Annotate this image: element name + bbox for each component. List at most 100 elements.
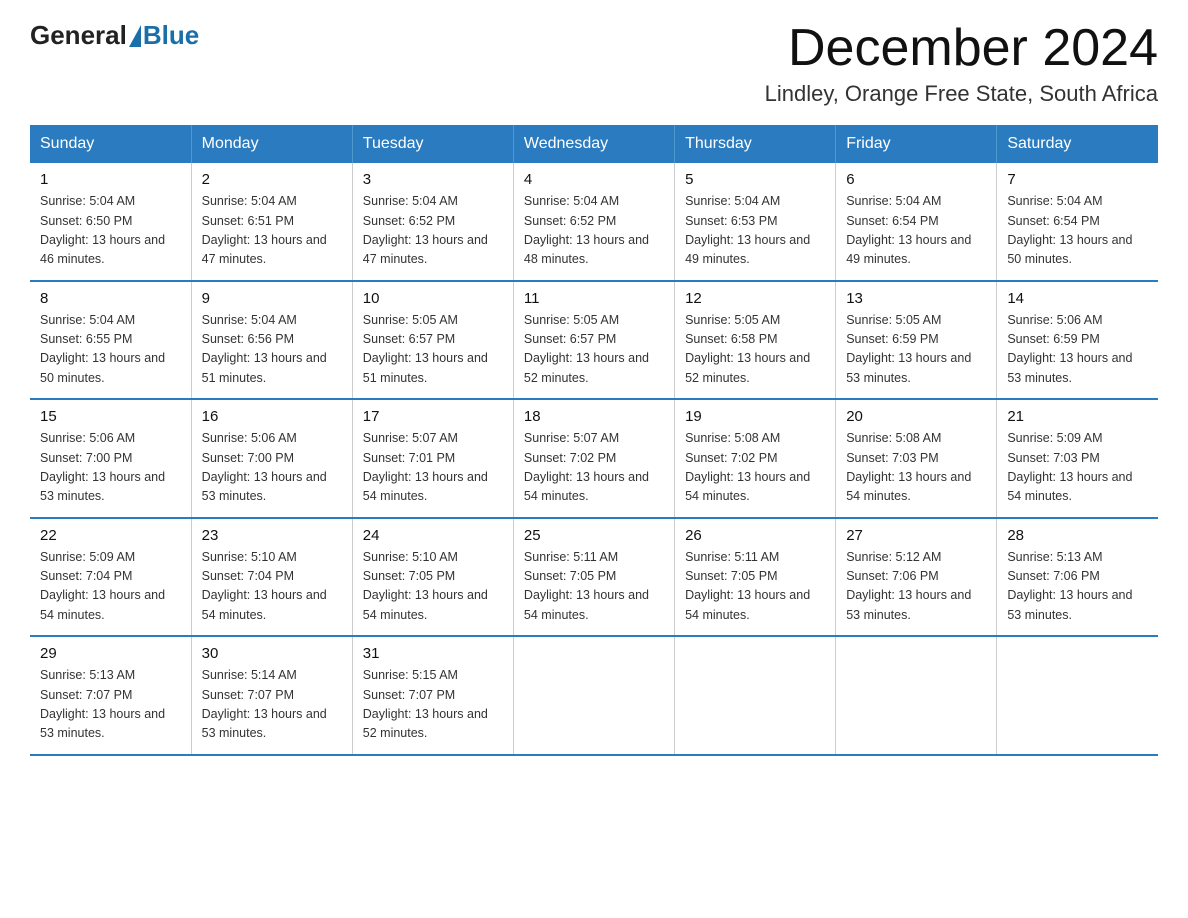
calendar-cell: 6 Sunrise: 5:04 AMSunset: 6:54 PMDaylight… [836,163,997,281]
day-info: Sunrise: 5:05 AMSunset: 6:57 PMDaylight:… [524,311,664,389]
day-number: 9 [202,290,342,307]
calendar-cell: 16 Sunrise: 5:06 AMSunset: 7:00 PMDayligh… [191,399,352,518]
day-number: 27 [846,527,986,544]
calendar-cell: 28Sunrise: 5:13 AMSunset: 7:06 PMDayligh… [997,518,1158,637]
calendar-week-row: 8 Sunrise: 5:04 AMSunset: 6:55 PMDaylight… [30,281,1158,400]
weekday-header-saturday: Saturday [997,125,1158,163]
calendar-cell: 19Sunrise: 5:08 AMSunset: 7:02 PMDayligh… [675,399,836,518]
logo-general-text: General [30,20,127,51]
day-number: 5 [685,171,825,188]
day-number: 25 [524,527,664,544]
weekday-header-sunday: Sunday [30,125,191,163]
calendar-cell: 2 Sunrise: 5:04 AMSunset: 6:51 PMDaylight… [191,163,352,281]
calendar-cell [513,636,674,755]
day-number: 16 [202,408,342,425]
day-info: Sunrise: 5:06 AMSunset: 7:00 PMDaylight:… [202,429,342,507]
calendar-cell: 8 Sunrise: 5:04 AMSunset: 6:55 PMDaylight… [30,281,191,400]
day-number: 10 [363,290,503,307]
calendar-table: SundayMondayTuesdayWednesdayThursdayFrid… [30,125,1158,756]
day-number: 17 [363,408,503,425]
day-number: 1 [40,171,181,188]
day-number: 6 [846,171,986,188]
calendar-cell [836,636,997,755]
calendar-cell: 13 Sunrise: 5:05 AMSunset: 6:59 PMDayligh… [836,281,997,400]
day-number: 18 [524,408,664,425]
day-info: Sunrise: 5:04 AMSunset: 6:51 PMDaylight:… [202,192,342,270]
day-info: Sunrise: 5:10 AMSunset: 7:04 PMDaylight:… [202,548,342,626]
calendar-week-row: 22 Sunrise: 5:09 AMSunset: 7:04 PMDayligh… [30,518,1158,637]
calendar-cell: 15 Sunrise: 5:06 AMSunset: 7:00 PMDayligh… [30,399,191,518]
day-number: 23 [202,527,342,544]
day-info: Sunrise: 5:10 AMSunset: 7:05 PMDaylight:… [363,548,503,626]
calendar-cell: 5 Sunrise: 5:04 AMSunset: 6:53 PMDaylight… [675,163,836,281]
month-title: December 2024 [765,20,1158,77]
day-number: 8 [40,290,181,307]
day-number: 4 [524,171,664,188]
day-info: Sunrise: 5:04 AMSunset: 6:53 PMDaylight:… [685,192,825,270]
calendar-cell: 22 Sunrise: 5:09 AMSunset: 7:04 PMDayligh… [30,518,191,637]
calendar-week-row: 1 Sunrise: 5:04 AMSunset: 6:50 PMDaylight… [30,163,1158,281]
logo-triangle-icon [129,25,141,47]
day-number: 28 [1007,527,1148,544]
day-number: 13 [846,290,986,307]
day-number: 30 [202,645,342,662]
day-info: Sunrise: 5:04 AMSunset: 6:55 PMDaylight:… [40,311,181,389]
day-number: 14 [1007,290,1148,307]
weekday-header-monday: Monday [191,125,352,163]
day-info: Sunrise: 5:12 AMSunset: 7:06 PMDaylight:… [846,548,986,626]
day-info: Sunrise: 5:04 AMSunset: 6:54 PMDaylight:… [1007,192,1148,270]
calendar-week-row: 15 Sunrise: 5:06 AMSunset: 7:00 PMDayligh… [30,399,1158,518]
day-info: Sunrise: 5:04 AMSunset: 6:52 PMDaylight:… [524,192,664,270]
calendar-cell: 21Sunrise: 5:09 AMSunset: 7:03 PMDayligh… [997,399,1158,518]
day-info: Sunrise: 5:04 AMSunset: 6:56 PMDaylight:… [202,311,342,389]
day-number: 11 [524,290,664,307]
day-number: 22 [40,527,181,544]
calendar-cell: 10 Sunrise: 5:05 AMSunset: 6:57 PMDayligh… [352,281,513,400]
day-number: 21 [1007,408,1148,425]
calendar-cell [675,636,836,755]
day-info: Sunrise: 5:04 AMSunset: 6:52 PMDaylight:… [363,192,503,270]
day-info: Sunrise: 5:05 AMSunset: 6:57 PMDaylight:… [363,311,503,389]
day-info: Sunrise: 5:09 AMSunset: 7:04 PMDaylight:… [40,548,181,626]
calendar-cell: 14 Sunrise: 5:06 AMSunset: 6:59 PMDayligh… [997,281,1158,400]
day-number: 12 [685,290,825,307]
day-info: Sunrise: 5:07 AMSunset: 7:02 PMDaylight:… [524,429,664,507]
day-info: Sunrise: 5:05 AMSunset: 6:59 PMDaylight:… [846,311,986,389]
weekday-header-thursday: Thursday [675,125,836,163]
calendar-cell: 3 Sunrise: 5:04 AMSunset: 6:52 PMDaylight… [352,163,513,281]
page-header: General Blue December 2024 Lindley, Oran… [30,20,1158,107]
calendar-cell: 23 Sunrise: 5:10 AMSunset: 7:04 PMDayligh… [191,518,352,637]
day-number: 29 [40,645,181,662]
title-area: December 2024 Lindley, Orange Free State… [765,20,1158,107]
day-number: 2 [202,171,342,188]
calendar-week-row: 29 Sunrise: 5:13 AMSunset: 7:07 PMDayligh… [30,636,1158,755]
day-info: Sunrise: 5:08 AMSunset: 7:02 PMDaylight:… [685,429,825,507]
day-number: 15 [40,408,181,425]
day-number: 24 [363,527,503,544]
day-info: Sunrise: 5:05 AMSunset: 6:58 PMDaylight:… [685,311,825,389]
calendar-cell: 11 Sunrise: 5:05 AMSunset: 6:57 PMDayligh… [513,281,674,400]
calendar-cell: 31Sunrise: 5:15 AMSunset: 7:07 PMDayligh… [352,636,513,755]
day-info: Sunrise: 5:06 AMSunset: 7:00 PMDaylight:… [40,429,181,507]
logo-blue-text: Blue [143,20,199,51]
day-info: Sunrise: 5:14 AMSunset: 7:07 PMDaylight:… [202,666,342,744]
calendar-cell: 30 Sunrise: 5:14 AMSunset: 7:07 PMDayligh… [191,636,352,755]
calendar-cell: 20Sunrise: 5:08 AMSunset: 7:03 PMDayligh… [836,399,997,518]
calendar-cell: 25Sunrise: 5:11 AMSunset: 7:05 PMDayligh… [513,518,674,637]
day-info: Sunrise: 5:13 AMSunset: 7:07 PMDaylight:… [40,666,181,744]
logo: General Blue [30,20,199,51]
calendar-cell: 26Sunrise: 5:11 AMSunset: 7:05 PMDayligh… [675,518,836,637]
location-subtitle: Lindley, Orange Free State, South Africa [765,81,1158,107]
day-number: 7 [1007,171,1148,188]
weekday-header-tuesday: Tuesday [352,125,513,163]
calendar-cell: 1 Sunrise: 5:04 AMSunset: 6:50 PMDaylight… [30,163,191,281]
day-number: 26 [685,527,825,544]
calendar-cell [997,636,1158,755]
calendar-cell: 17Sunrise: 5:07 AMSunset: 7:01 PMDayligh… [352,399,513,518]
day-info: Sunrise: 5:04 AMSunset: 6:50 PMDaylight:… [40,192,181,270]
calendar-cell: 4 Sunrise: 5:04 AMSunset: 6:52 PMDaylight… [513,163,674,281]
day-number: 3 [363,171,503,188]
day-info: Sunrise: 5:04 AMSunset: 6:54 PMDaylight:… [846,192,986,270]
day-info: Sunrise: 5:06 AMSunset: 6:59 PMDaylight:… [1007,311,1148,389]
day-info: Sunrise: 5:08 AMSunset: 7:03 PMDaylight:… [846,429,986,507]
